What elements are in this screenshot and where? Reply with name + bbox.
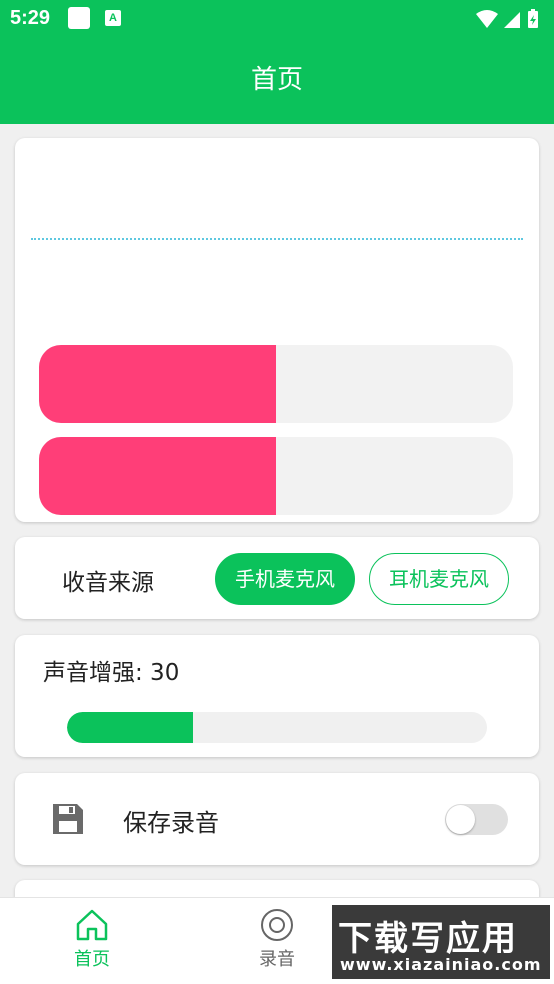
notification-icon xyxy=(68,7,90,29)
save-recording-toggle[interactable] xyxy=(445,804,508,835)
battery-icon xyxy=(528,9,538,28)
wifi-icon xyxy=(476,10,498,28)
level-meter-left-fill xyxy=(39,345,276,423)
audio-source-label: 收音来源 xyxy=(62,570,154,596)
watermark: 下载写应用 www.xiazainiao.com xyxy=(332,905,550,979)
audio-visualizer-card xyxy=(15,138,539,522)
audio-source-card: 收音来源 手机麦克风 耳机麦克风 xyxy=(15,537,539,619)
record-icon xyxy=(261,909,293,941)
headset-mic-button[interactable]: 耳机麦克风 xyxy=(369,553,509,605)
boost-label: 声音增强: 30 xyxy=(43,660,180,686)
status-time: 5:29 xyxy=(10,7,51,29)
status-icons xyxy=(476,9,538,28)
nav-home[interactable]: 首页 xyxy=(0,898,184,984)
page-title: 首页 xyxy=(250,65,303,95)
watermark-title: 下载写应用 xyxy=(338,919,518,959)
app-bar: 首页 xyxy=(0,38,554,124)
save-recording-card: 保存录音 xyxy=(15,773,539,865)
phone-mic-button[interactable]: 手机麦克风 xyxy=(215,553,355,605)
battery-saver-icon: A xyxy=(105,10,121,26)
toggle-knob xyxy=(446,805,475,834)
signal-icon xyxy=(504,12,520,28)
level-meter-left xyxy=(39,345,513,423)
status-bar: 5:29 A xyxy=(0,0,554,38)
level-meter-right xyxy=(39,437,513,515)
level-meter-right-fill xyxy=(39,437,276,515)
watermark-url: www.xiazainiao.com xyxy=(340,955,542,974)
boost-slider[interactable] xyxy=(67,712,487,743)
boost-card: 声音增强: 30 xyxy=(15,635,539,757)
boost-slider-fill xyxy=(67,712,193,743)
waveform-line xyxy=(31,238,523,240)
nav-home-label: 首页 xyxy=(74,949,110,970)
save-icon xyxy=(53,804,83,834)
home-icon xyxy=(76,909,108,941)
save-recording-label: 保存录音 xyxy=(123,809,219,837)
